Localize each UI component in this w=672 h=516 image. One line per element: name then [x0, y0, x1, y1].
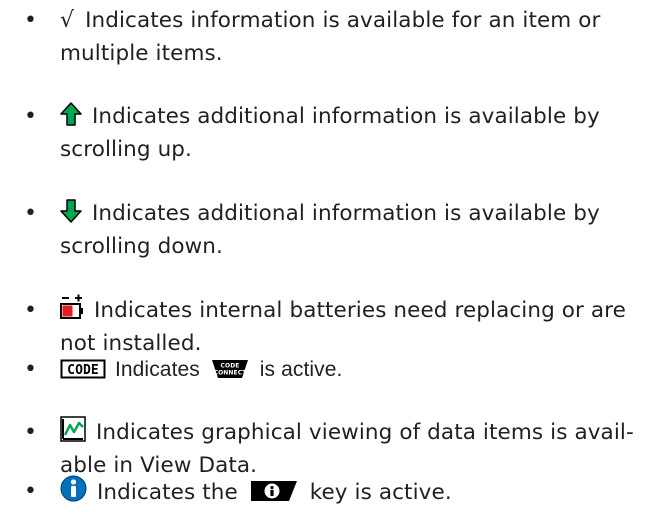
code-icon: CODE [60, 359, 106, 379]
bullet: • [24, 357, 37, 382]
bullet: • [24, 8, 37, 33]
code-connect-line2: CONNECT [213, 370, 247, 377]
battery-icon [60, 294, 84, 320]
code-connect-badge: CODE CONNECT [210, 359, 250, 379]
item-text: Indicates the key is active. [60, 475, 660, 509]
item-text: Indicates internal batteries need replac… [60, 294, 660, 360]
info-icon [60, 475, 87, 502]
item-text: Indicates additional information is avai… [60, 102, 600, 162]
item-text: CODE Indicates CODE CONNECT is active. [60, 353, 660, 386]
code-badge-text: CODE [67, 363, 99, 378]
bullet: • [24, 420, 37, 445]
item-text: √ Indicates information is available for… [60, 8, 601, 66]
down-arrow-icon [60, 199, 82, 223]
bullet: • [24, 201, 37, 226]
code-connect-line1: CODE [220, 363, 239, 370]
bullet: • [24, 298, 37, 323]
up-arrow-icon [60, 102, 82, 126]
item-text: Indicates additional information is avai… [60, 199, 600, 259]
item-text: Indicates graphical viewing of data item… [60, 416, 660, 482]
info-key-icon [249, 480, 299, 502]
graph-icon [60, 416, 86, 442]
check-icon: √ [60, 8, 75, 33]
bullet: • [24, 104, 37, 129]
bullet: • [24, 479, 37, 504]
